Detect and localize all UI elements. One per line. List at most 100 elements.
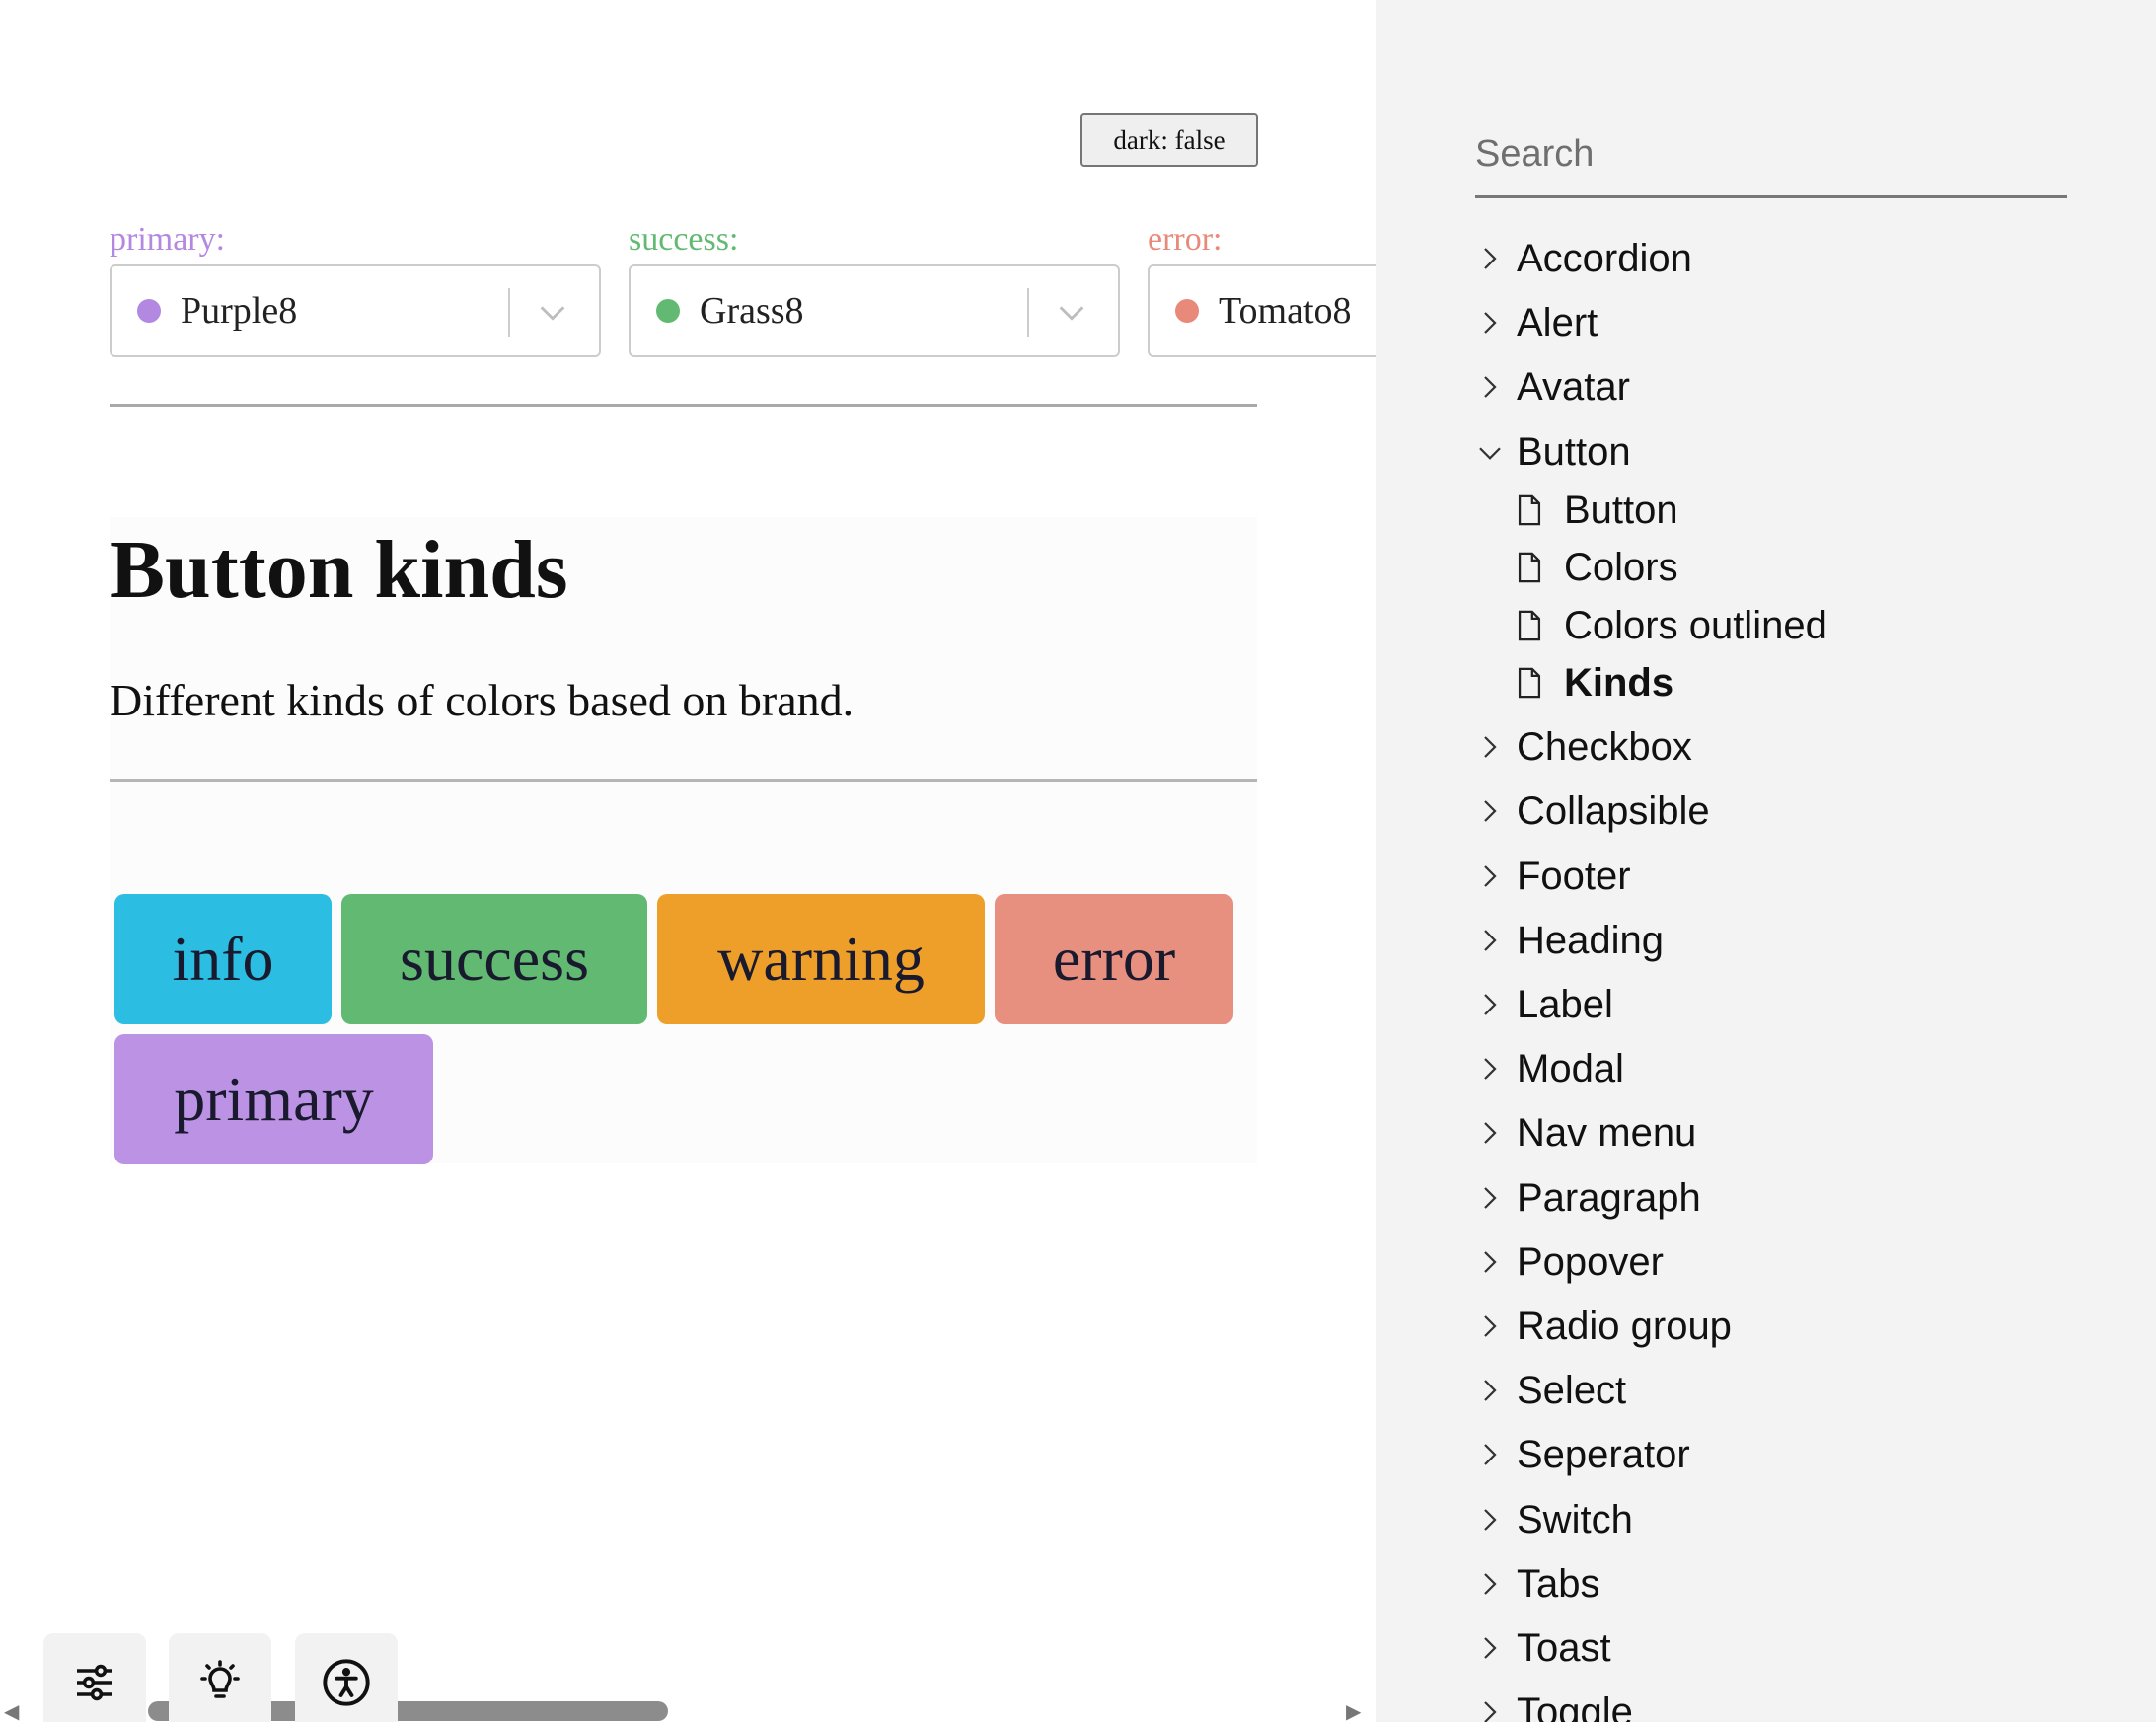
dark-mode-toggle-button[interactable]: dark: false bbox=[1080, 113, 1258, 167]
success-color-select[interactable]: Grass8 bbox=[629, 264, 1120, 357]
chevron-right-icon bbox=[1484, 736, 1497, 758]
sidebar-item-alert[interactable]: Alert bbox=[1475, 293, 1598, 352]
error-color-picker: error: Tomato8 bbox=[1148, 219, 1376, 357]
chevron-right-icon bbox=[1484, 865, 1497, 887]
sidebar-item-label: Kinds bbox=[1564, 660, 1674, 705]
chevron-right-icon bbox=[1484, 1701, 1497, 1722]
sidebar-item-label: Tabs bbox=[1517, 1561, 1600, 1606]
sidebar-item-modal[interactable]: Modal bbox=[1475, 1039, 1624, 1098]
sidebar-item-label: Alert bbox=[1517, 300, 1598, 344]
highlight-toggle-button[interactable] bbox=[169, 1633, 271, 1722]
sidebar-item-toast[interactable]: Toast bbox=[1475, 1618, 1611, 1678]
picker-value: Purple8 bbox=[181, 290, 298, 332]
sidebar-item-heading[interactable]: Heading bbox=[1475, 911, 1664, 970]
sidebar-item-label: Modal bbox=[1517, 1046, 1624, 1090]
sidebar-item-nav-menu[interactable]: Nav menu bbox=[1475, 1103, 1696, 1162]
picker-label: primary: bbox=[110, 221, 226, 258]
error-color-select[interactable]: Tomato8 bbox=[1148, 264, 1376, 357]
chevron-right-icon bbox=[1484, 1444, 1497, 1465]
sidebar-item-label: Colors outlined bbox=[1564, 603, 1827, 647]
lightbulb-icon bbox=[200, 1660, 240, 1698]
sidebar-item-label: Toggle bbox=[1517, 1689, 1633, 1722]
chevron-right-icon bbox=[1484, 1315, 1497, 1337]
chevron-right-icon bbox=[1484, 376, 1497, 398]
sidebar-item-select[interactable]: Select bbox=[1475, 1361, 1626, 1420]
warning-button[interactable]: warning bbox=[657, 894, 985, 1024]
chevron-right-icon bbox=[1484, 312, 1497, 334]
picker-value: Grass8 bbox=[700, 290, 804, 332]
chevron-right-icon bbox=[1484, 1251, 1497, 1273]
sidebar-item-button[interactable]: Button bbox=[1475, 422, 1631, 482]
document-icon bbox=[1518, 494, 1541, 526]
sidebar-item-switch[interactable]: Switch bbox=[1475, 1490, 1633, 1549]
sidebar-item-collapsible[interactable]: Collapsible bbox=[1475, 782, 1710, 841]
sidebar-story-button[interactable]: Button bbox=[1515, 482, 1678, 539]
picker-label: success: bbox=[629, 221, 739, 258]
scroll-right-icon[interactable]: ▶ bbox=[1346, 1701, 1361, 1721]
divider bbox=[508, 288, 510, 337]
addons-toggle-button[interactable] bbox=[43, 1633, 146, 1722]
document-icon bbox=[1518, 667, 1541, 699]
sidebar-item-seperator[interactable]: Seperator bbox=[1475, 1425, 1690, 1484]
chevron-right-icon bbox=[1484, 1380, 1497, 1401]
sidebar-item-label: Button bbox=[1517, 429, 1631, 474]
search-input[interactable] bbox=[1475, 113, 2067, 198]
divider bbox=[1027, 288, 1029, 337]
color-swatch-icon bbox=[1175, 299, 1199, 323]
picker-value: Tomato8 bbox=[1219, 290, 1352, 332]
sidebar-item-label: Heading bbox=[1517, 918, 1665, 962]
sidebar-item-radio-group[interactable]: Radio group bbox=[1475, 1297, 1732, 1356]
sidebar-item-label: Popover bbox=[1517, 1239, 1664, 1284]
sidebar-item-tabs[interactable]: Tabs bbox=[1475, 1554, 1600, 1613]
sidebar-item-toggle[interactable]: Toggle bbox=[1475, 1683, 1633, 1722]
chevron-right-icon bbox=[1484, 1122, 1497, 1144]
sidebar-story-kinds[interactable]: Kinds bbox=[1515, 654, 1673, 711]
accessibility-icon bbox=[323, 1659, 370, 1706]
chevron-down-icon[interactable] bbox=[536, 296, 569, 330]
sidebar-item-paragraph[interactable]: Paragraph bbox=[1475, 1168, 1701, 1228]
sidebar-item-label: Collapsible bbox=[1517, 788, 1710, 833]
sidebar-item-label: Colors bbox=[1564, 545, 1678, 589]
sidebar-item-label[interactable]: Label bbox=[1475, 975, 1613, 1034]
sidebar-item-accordion[interactable]: Accordion bbox=[1475, 229, 1692, 288]
chevron-right-icon bbox=[1484, 1637, 1497, 1659]
info-button[interactable]: info bbox=[114, 894, 332, 1024]
sidebar-item-label: Seperator bbox=[1517, 1432, 1690, 1476]
color-swatch-icon bbox=[137, 299, 161, 323]
story-description: Different kinds of colors based on brand… bbox=[110, 675, 855, 725]
sidebar-story-colors-outlined[interactable]: Colors outlined bbox=[1515, 597, 1827, 654]
divider bbox=[110, 779, 1257, 782]
sidebar-item-label: Label bbox=[1517, 982, 1613, 1026]
primary-color-select[interactable]: Purple8 bbox=[110, 264, 601, 357]
chevron-right-icon bbox=[1484, 1058, 1497, 1080]
chevron-right-icon bbox=[1484, 1187, 1497, 1209]
story-sidebar: Accordion Alert Avatar Button Button Col… bbox=[1376, 0, 2156, 1722]
sidebar-item-label: Nav menu bbox=[1517, 1110, 1697, 1155]
scroll-left-icon[interactable]: ◀ bbox=[4, 1701, 19, 1721]
sidebar-item-label: Button bbox=[1564, 487, 1678, 532]
document-icon bbox=[1518, 610, 1541, 641]
sidebar-item-popover[interactable]: Popover bbox=[1475, 1233, 1664, 1292]
error-button[interactable]: error bbox=[995, 894, 1233, 1024]
success-button[interactable]: success bbox=[341, 894, 647, 1024]
chevron-down-icon bbox=[1479, 447, 1501, 460]
sidebar-item-label: Footer bbox=[1517, 854, 1631, 898]
sidebar-item-checkbox[interactable]: Checkbox bbox=[1475, 717, 1692, 777]
story-preview: dark: false primary: Purple8 success: Gr… bbox=[0, 0, 1376, 1722]
sliders-icon bbox=[77, 1664, 112, 1701]
chevron-down-icon[interactable] bbox=[1055, 296, 1088, 330]
sidebar-item-label: Paragraph bbox=[1517, 1175, 1701, 1220]
accessibility-toggle-button[interactable] bbox=[295, 1633, 398, 1722]
chevron-right-icon bbox=[1484, 930, 1497, 951]
sidebar-item-label: Accordion bbox=[1517, 236, 1692, 280]
color-swatch-icon bbox=[656, 299, 680, 323]
sidebar-item-avatar[interactable]: Avatar bbox=[1475, 357, 1630, 416]
sidebar-item-label: Checkbox bbox=[1517, 724, 1692, 769]
primary-color-picker: primary: Purple8 bbox=[110, 219, 601, 357]
sidebar-story-colors[interactable]: Colors bbox=[1515, 539, 1678, 596]
primary-button[interactable]: primary bbox=[114, 1034, 433, 1164]
document-icon bbox=[1518, 552, 1541, 583]
sidebar-item-footer[interactable]: Footer bbox=[1475, 847, 1631, 906]
sidebar-item-label: Radio group bbox=[1517, 1304, 1732, 1348]
success-color-picker: success: Grass8 bbox=[629, 219, 1120, 357]
